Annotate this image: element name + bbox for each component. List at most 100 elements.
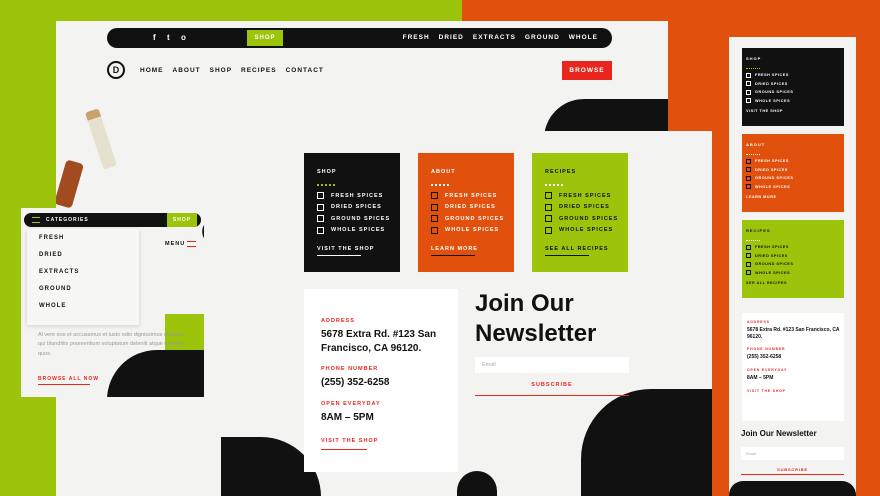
dropdown-item[interactable]: DRIED [27, 246, 139, 263]
nav-item-shop[interactable]: SHOP [210, 67, 232, 74]
list-item[interactable]: GROUND SPICES [304, 213, 400, 225]
subscribe-button[interactable]: SUBSCRIBE [475, 382, 629, 388]
item-label: DRIED SPICES [755, 253, 788, 258]
nav-item-contact[interactable]: CONTACT [286, 67, 324, 74]
visit-shop-link[interactable]: VISIT THE SHOP [742, 381, 844, 393]
nav-item-recipes[interactable]: RECIPES [241, 67, 277, 74]
list-item[interactable]: WHOLE SPICES [532, 225, 628, 237]
email-field[interactable]: Email [741, 447, 844, 460]
category-link[interactable]: EXTRACTS [473, 34, 516, 41]
checkbox-icon [545, 215, 552, 223]
browse-now-link[interactable]: BROWSE ALL NOW [38, 376, 99, 382]
item-label: FRESH SPICES [755, 245, 789, 250]
list-item[interactable]: WHOLE SPICES [304, 225, 400, 237]
shop-card: SHOP FRESH SPICES DRIED SPICES GROUND SP… [304, 153, 400, 272]
item-label: FRESH SPICES [755, 73, 789, 78]
item-label: WHOLE SPICES [445, 227, 500, 234]
nav-item-about[interactable]: ABOUT [173, 67, 201, 74]
browse-button[interactable]: BROWSE [562, 61, 612, 80]
list-item[interactable]: DRIED SPICES [742, 252, 844, 261]
item-label: DRIED SPICES [755, 167, 788, 172]
menu-label[interactable]: MENU [165, 241, 185, 247]
list-item[interactable]: FRESH SPICES [742, 157, 844, 166]
list-item[interactable]: GROUND SPICES [532, 213, 628, 225]
hours-value: 8AM – 5PM [747, 374, 774, 381]
checkbox-icon [317, 226, 324, 234]
list-item[interactable]: DRIED SPICES [304, 202, 400, 214]
card-link[interactable]: SEE ALL RECIPES [742, 277, 844, 285]
list-item[interactable]: DRIED SPICES [742, 166, 844, 175]
dropdown-item[interactable]: WHOLE [27, 297, 139, 314]
card-link[interactable]: LEARN MORE [742, 191, 844, 199]
checkbox-icon [746, 158, 751, 164]
hamburger-icon[interactable] [32, 217, 40, 223]
twitter-icon[interactable]: t [167, 33, 170, 42]
item-label: DRIED SPICES [755, 81, 788, 86]
categories-label[interactable]: CATEGORIES [46, 217, 89, 223]
mobile-about-card: ABOUT FRESH SPICES DRIED SPICES GROUND S… [742, 134, 844, 212]
shop-button[interactable]: SHOP [247, 30, 283, 46]
subscribe-button[interactable]: SUBSCRIBE [741, 467, 844, 472]
see-all-recipes-link[interactable]: SEE ALL RECIPES [532, 236, 628, 252]
dropdown-item[interactable]: FRESH [27, 229, 139, 246]
checkbox-icon [431, 192, 438, 200]
checkbox-icon [746, 253, 751, 259]
checkbox-icon [545, 226, 552, 234]
link-underline [545, 255, 589, 256]
learn-more-link[interactable]: LEARN MORE [418, 236, 514, 252]
checkbox-icon [746, 261, 751, 267]
mobile-recipes-card: RECIPES FRESH SPICES DRIED SPICES GROUND… [742, 220, 844, 298]
list-item[interactable]: GROUND SPICES [742, 260, 844, 269]
category-link[interactable]: FRESH [403, 34, 430, 41]
logo[interactable]: D [107, 61, 125, 79]
item-label: WHOLE SPICES [755, 184, 791, 189]
visit-shop-link[interactable]: VISIT THE SHOP [304, 424, 458, 444]
hours-label: OPEN EVERYDAY [321, 400, 381, 407]
phone-label: PHONE NUMBER [321, 366, 379, 372]
instagram-icon[interactable]: o [181, 33, 186, 42]
checkbox-icon [746, 184, 751, 190]
list-item[interactable]: DRIED SPICES [742, 80, 844, 89]
list-item[interactable]: FRESH SPICES [742, 71, 844, 80]
category-link[interactable]: DRIED [439, 34, 464, 41]
subscribe-underline [741, 474, 844, 475]
visit-shop-link[interactable]: VISIT THE SHOP [304, 236, 400, 252]
list-item[interactable]: FRESH SPICES [418, 190, 514, 202]
card-link[interactable]: VISIT THE SHOP [742, 105, 844, 113]
hours-label: OPEN EVERYDAY [747, 367, 788, 372]
zigzag-divider [746, 237, 760, 241]
dropdown-item[interactable]: GROUND [27, 280, 139, 297]
list-item[interactable]: DRIED SPICES [418, 202, 514, 214]
list-item[interactable]: GROUND SPICES [418, 213, 514, 225]
checkbox-icon [431, 215, 438, 223]
address-value: 5678 Extra Rd. #123 San Francisco, CA 96… [747, 327, 840, 340]
contact-card: ADDRESS 5678 Extra Rd. #123 San Francisc… [304, 289, 458, 472]
menu-icon[interactable] [187, 241, 196, 247]
list-item[interactable]: WHOLE SPICES [418, 225, 514, 237]
address-label: ADDRESS [747, 320, 770, 324]
newsletter-title: Join Our Newsletter [475, 289, 596, 349]
list-item[interactable]: FRESH SPICES [532, 190, 628, 202]
item-label: GROUND SPICES [445, 215, 505, 222]
list-item[interactable]: WHOLE SPICES [742, 183, 844, 192]
list-item[interactable]: DRIED SPICES [532, 202, 628, 214]
recipes-card: RECIPES FRESH SPICES DRIED SPICES GROUND… [532, 153, 628, 272]
list-item[interactable]: GROUND SPICES [742, 174, 844, 183]
list-item[interactable]: WHOLE SPICES [742, 97, 844, 106]
phone-label: PHONE NUMBER [747, 347, 786, 351]
list-item[interactable]: FRESH SPICES [304, 190, 400, 202]
list-item[interactable]: GROUND SPICES [742, 88, 844, 97]
card-title: RECIPES [545, 169, 577, 175]
dropdown-item[interactable]: EXTRACTS [27, 263, 139, 280]
nav-item-home[interactable]: HOME [140, 67, 164, 74]
category-link[interactable]: GROUND [525, 34, 560, 41]
list-item[interactable]: FRESH SPICES [742, 243, 844, 252]
shop-button[interactable]: SHOP [167, 213, 197, 227]
item-label: DRIED SPICES [445, 204, 496, 211]
list-item[interactable]: WHOLE SPICES [742, 269, 844, 278]
email-field[interactable]: Email [475, 357, 629, 373]
item-label: GROUND SPICES [755, 262, 794, 267]
category-link[interactable]: WHOLE [569, 34, 598, 41]
checkbox-icon [746, 167, 751, 173]
facebook-icon[interactable]: f [153, 33, 156, 42]
